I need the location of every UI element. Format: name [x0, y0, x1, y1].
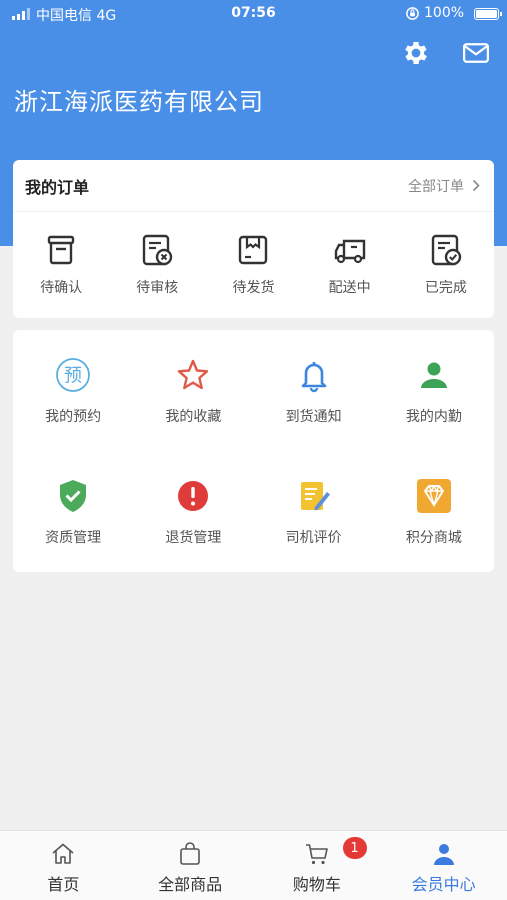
driver-rating[interactable]: 司机评价 — [254, 451, 374, 572]
chevron-right-icon — [472, 179, 480, 192]
shield-check-icon — [60, 479, 87, 512]
tab-cart[interactable]: 购物车 1 — [254, 831, 381, 900]
tab-label: 购物车 — [292, 875, 341, 894]
order-item-label: 待审核 — [136, 280, 179, 296]
orders-title: 我的订单 — [25, 177, 90, 197]
order-item-label: 待确认 — [40, 280, 83, 296]
cart-icon — [305, 844, 328, 865]
box-icon — [47, 235, 75, 265]
service-label: 退货管理 — [165, 529, 222, 546]
diamond-icon — [416, 478, 451, 513]
review-icon — [143, 234, 173, 266]
battery-percent: 100% — [424, 5, 465, 21]
services-grid: 预 我的预约 我的收藏 到货通知 我的内勤 资质管理 退货管理 司机评价 积分商… — [13, 330, 494, 572]
orders-card: 我的订单 全部订单 待确认 待审核 待发货 配送中 已完成 — [13, 160, 494, 318]
order-pending-confirm[interactable]: 待确认 — [13, 233, 109, 297]
header-actions — [401, 38, 491, 68]
my-favorites[interactable]: 我的收藏 — [133, 330, 253, 451]
star-icon — [178, 359, 209, 389]
order-item-label: 已完成 — [424, 280, 467, 296]
home-icon — [52, 843, 74, 864]
bell-icon — [301, 361, 326, 392]
truck-icon — [334, 239, 365, 264]
bag-icon — [180, 842, 200, 865]
alert-icon — [178, 480, 209, 511]
service-label: 司机评价 — [285, 529, 342, 546]
mail-icon[interactable] — [461, 38, 491, 68]
order-item-label: 待发货 — [232, 280, 275, 296]
order-delivering[interactable]: 配送中 — [302, 233, 398, 297]
service-label: 到货通知 — [285, 408, 342, 425]
orders-header: 我的订单 全部订单 — [13, 160, 494, 212]
order-pending-ship[interactable]: 待发货 — [205, 233, 301, 297]
cart-badge: 1 — [342, 837, 367, 859]
returns-management[interactable]: 退货管理 — [133, 451, 253, 572]
gear-icon[interactable] — [401, 38, 431, 68]
done-icon — [431, 234, 462, 266]
person-icon — [420, 362, 447, 388]
order-pending-review[interactable]: 待审核 — [109, 233, 205, 297]
service-label: 我的内勤 — [405, 408, 462, 425]
package-icon — [239, 235, 268, 265]
tab-home[interactable]: 首页 — [0, 831, 127, 900]
services-card: 预 我的预约 我的收藏 到货通知 我的内勤 资质管理 退货管理 司机评价 积分商… — [13, 330, 494, 572]
all-orders-label: 全部订单 — [408, 178, 464, 195]
points-mall[interactable]: 积分商城 — [374, 451, 494, 572]
tab-label: 全部商品 — [158, 875, 223, 894]
user-icon — [433, 844, 454, 865]
status-bar: 中国电信 4G 07:56 100% — [0, 0, 507, 28]
bottom-tab-bar: 首页 全部商品 购物车 1 会员中心 — [0, 830, 507, 900]
service-label: 我的预约 — [45, 408, 102, 425]
order-completed[interactable]: 已完成 — [398, 233, 494, 297]
my-reservations[interactable]: 预 我的预约 — [13, 330, 133, 451]
service-label: 积分商城 — [405, 529, 462, 546]
my-staff[interactable]: 我的内勤 — [374, 330, 494, 451]
service-label: 我的收藏 — [165, 408, 222, 425]
order-item-label: 配送中 — [328, 280, 371, 296]
tab-member-center[interactable]: 会员中心 — [380, 831, 507, 900]
battery-icon — [474, 8, 502, 20]
reserve-glyph: 预 — [64, 365, 82, 386]
reserve-icon: 预 — [56, 357, 91, 392]
company-name: 浙江海派医药有限公司 — [14, 88, 264, 116]
note-pen-icon — [300, 481, 330, 510]
tab-all-products[interactable]: 全部商品 — [127, 831, 254, 900]
qualification-management[interactable]: 资质管理 — [13, 451, 133, 572]
arrival-notice[interactable]: 到货通知 — [254, 330, 374, 451]
tab-label: 首页 — [47, 875, 80, 894]
order-status-row: 待确认 待审核 待发货 配送中 已完成 — [13, 212, 494, 318]
service-label: 资质管理 — [45, 529, 102, 546]
rotation-lock-icon — [406, 7, 419, 20]
all-orders-link[interactable]: 全部订单 — [408, 176, 480, 196]
tab-label: 会员中心 — [411, 875, 476, 894]
